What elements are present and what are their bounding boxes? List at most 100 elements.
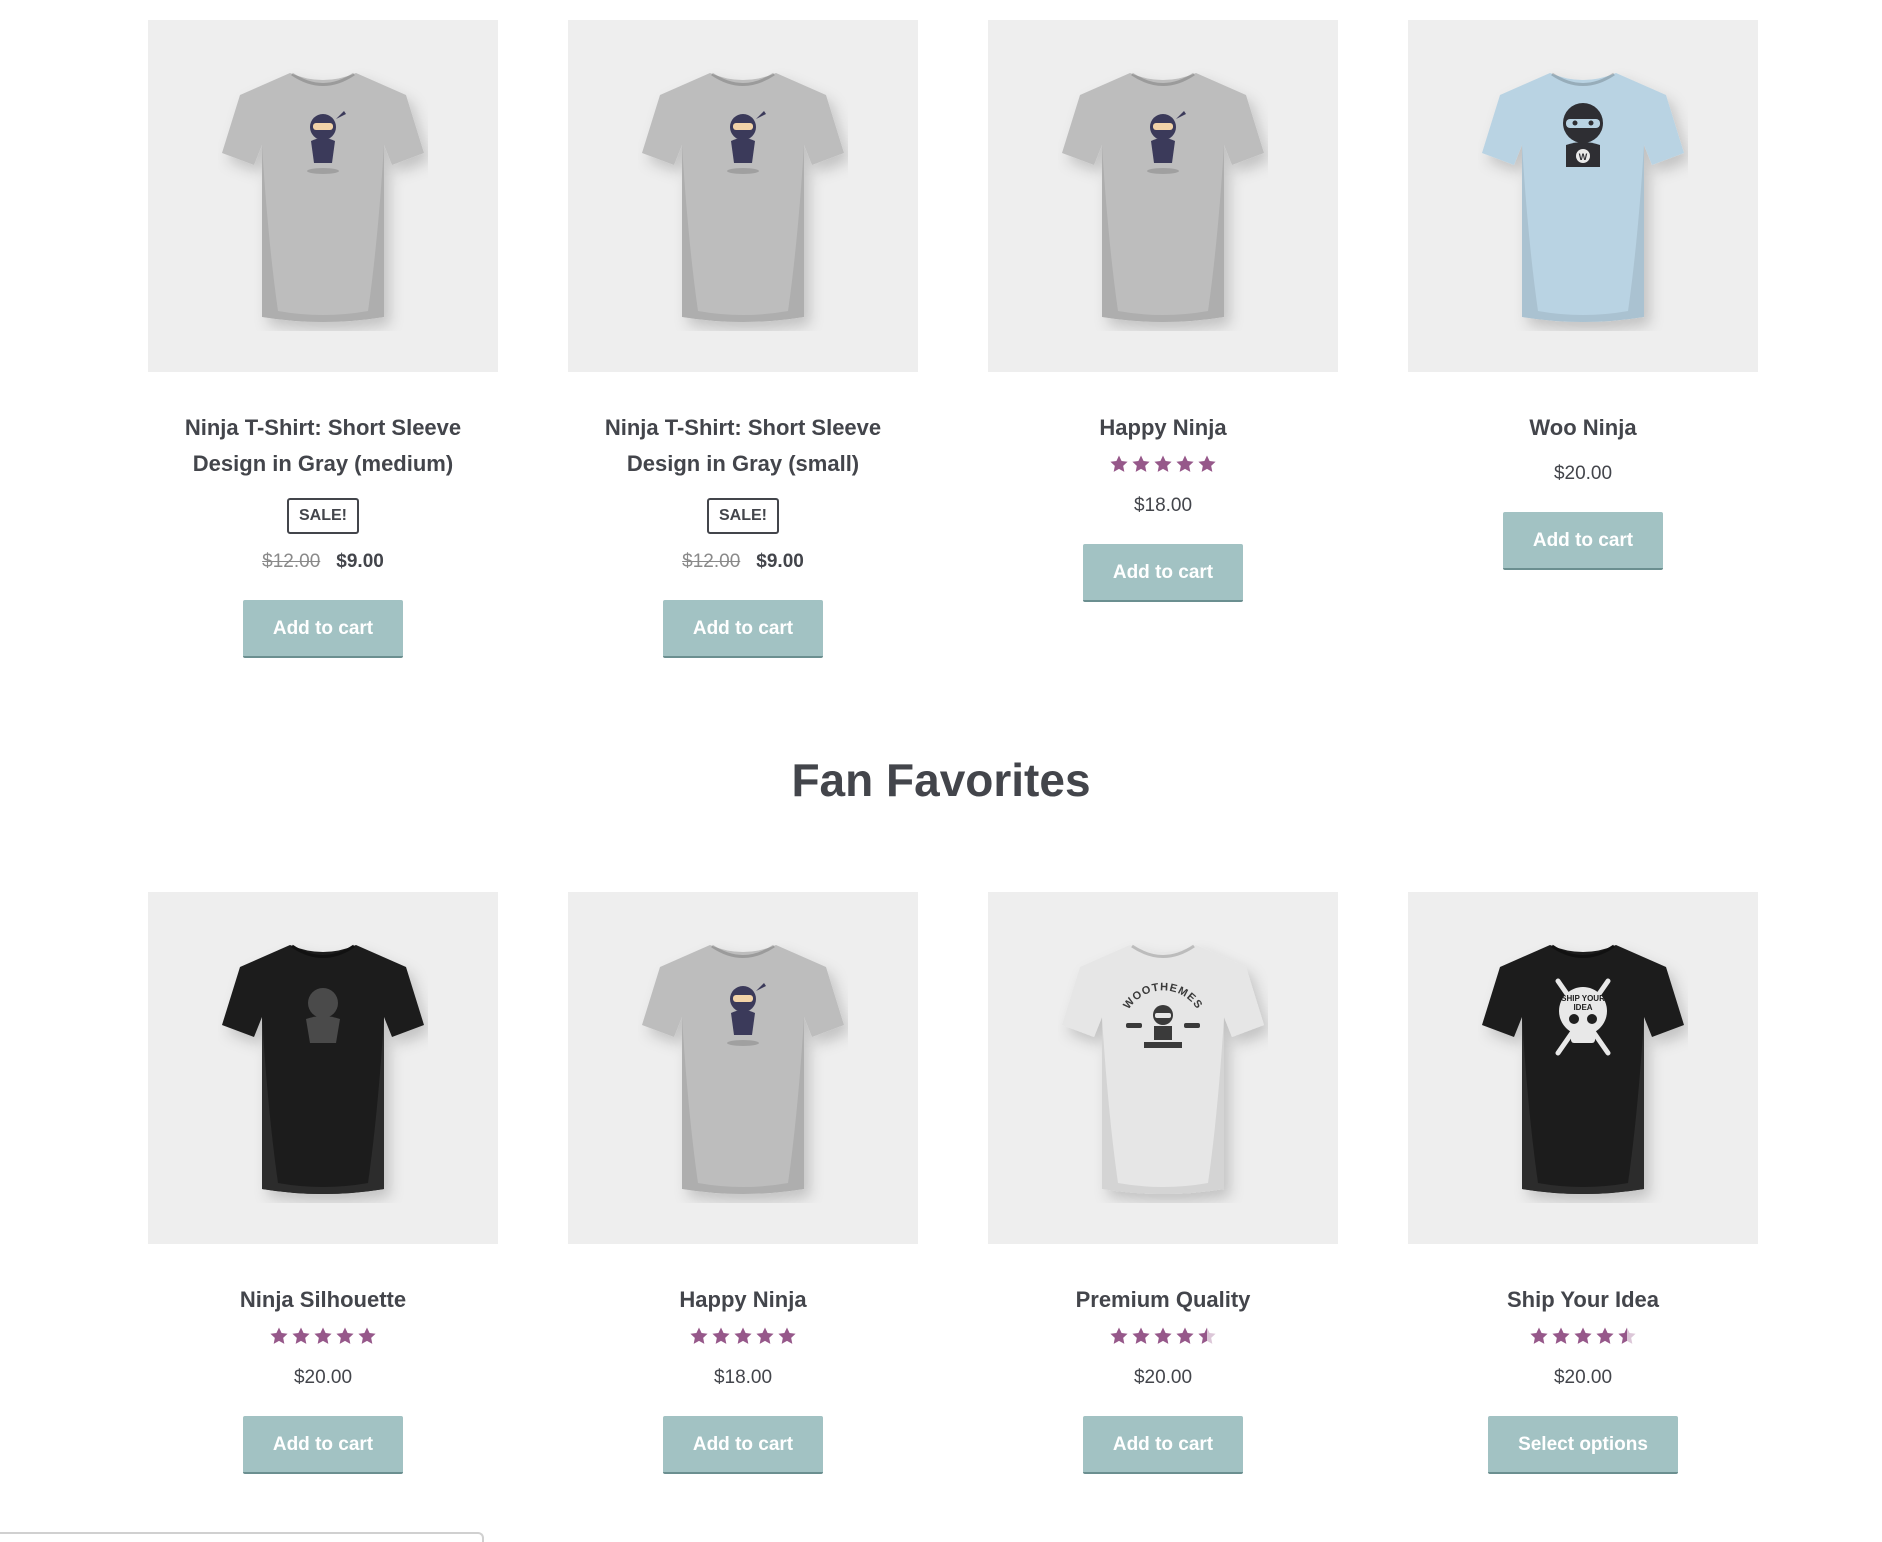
- product-price: $20.00: [1133, 1367, 1193, 1388]
- sale-price: $9.00: [756, 551, 804, 572]
- shadow-icon: [727, 168, 759, 174]
- tshirt-icon: W: [1482, 72, 1684, 322]
- product-price: $20.00: [293, 1367, 353, 1388]
- sale-badge: SALE!: [707, 498, 779, 534]
- star-rating: [1529, 1326, 1637, 1350]
- add-to-cart-button[interactable]: Add to cart: [662, 1416, 824, 1474]
- star-icon: [734, 1327, 752, 1344]
- star-icon: [1154, 455, 1172, 472]
- product-image[interactable]: [148, 892, 498, 1244]
- svg-text:W: W: [1579, 152, 1588, 162]
- tshirt-icon: WOOTHEMES: [1062, 944, 1264, 1194]
- product-card: WOOTHEMES Premium Quality $20.00 Add to …: [988, 892, 1338, 1474]
- product-title[interactable]: Ninja Silhouette: [236, 1282, 410, 1318]
- tshirt-icon: [222, 72, 424, 322]
- star-icon: [1574, 1327, 1592, 1344]
- sale-price: $9.00: [336, 551, 384, 572]
- bottom-panel-edge: [0, 1532, 484, 1542]
- star-icon: [1530, 1327, 1548, 1344]
- product-price: $20.00: [1553, 1367, 1613, 1388]
- star-icon: [778, 1327, 796, 1344]
- shirt-print-text: IDEA: [1573, 1003, 1592, 1012]
- add-to-cart-button[interactable]: Add to cart: [242, 1416, 404, 1474]
- add-to-cart-button[interactable]: Add to cart: [1082, 544, 1244, 602]
- product-title[interactable]: Ninja T-Shirt: Short Sleeve Design in Gr…: [568, 410, 918, 482]
- star-icon: [1198, 1327, 1216, 1344]
- star-icon: [1176, 1327, 1194, 1344]
- tshirt-icon: SHIP YOUR IDEA: [1482, 944, 1684, 1194]
- product-title[interactable]: Ninja T-Shirt: Short Sleeve Design in Gr…: [148, 410, 498, 482]
- star-rating: [269, 1326, 377, 1350]
- product-price: $12.00 $9.00: [262, 548, 384, 576]
- product-card: Ninja T-Shirt: Short Sleeve Design in Gr…: [148, 20, 498, 658]
- select-options-button[interactable]: Select options: [1488, 1416, 1678, 1474]
- star-icon: [1176, 455, 1194, 472]
- sale-badge: SALE!: [287, 498, 359, 534]
- product-price: $18.00: [713, 1367, 773, 1388]
- original-price: $12.00: [262, 551, 321, 572]
- ninja-body-icon: [311, 138, 335, 163]
- add-to-cart-button[interactable]: Add to cart: [1502, 512, 1664, 570]
- product-card: W Woo Ninja $20.00 Add to cart: [1408, 20, 1758, 658]
- shirt-print-text: SHIP YOUR: [1561, 994, 1605, 1003]
- star-icon: [1132, 455, 1150, 472]
- product-page: Ninja T-Shirt: Short Sleeve Design in Gr…: [0, 0, 1882, 1542]
- star-icon: [690, 1327, 708, 1344]
- product-image[interactable]: [148, 20, 498, 372]
- product-card: Happy Ninja $18.00 Add to cart: [988, 20, 1338, 658]
- add-to-cart-button[interactable]: Add to cart: [242, 600, 404, 658]
- star-icon: [1110, 455, 1128, 472]
- product-image[interactable]: [568, 20, 918, 372]
- star-rating: [689, 1326, 797, 1350]
- product-card: SHIP YOUR IDEA Ship Your Idea $20.00 Sel…: [1408, 892, 1758, 1474]
- ninja-body-icon: [1151, 138, 1175, 163]
- star-icon: [1198, 455, 1216, 472]
- star-icon: [336, 1327, 354, 1344]
- add-to-cart-button[interactable]: Add to cart: [1082, 1416, 1244, 1474]
- product-image[interactable]: W: [1408, 20, 1758, 372]
- product-title[interactable]: Woo Ninja: [1525, 410, 1640, 446]
- star-icon: [358, 1327, 376, 1344]
- ninja-body-icon: [731, 138, 755, 163]
- silhouette-icon: [308, 988, 338, 1018]
- shadow-icon: [1147, 168, 1179, 174]
- product-price: $18.00: [1133, 495, 1193, 516]
- star-icon: [756, 1327, 774, 1344]
- ninja-body-icon: [731, 1010, 755, 1035]
- star-icon: [1154, 1327, 1172, 1344]
- product-title[interactable]: Happy Ninja: [1095, 410, 1230, 446]
- product-price: $12.00 $9.00: [682, 548, 804, 576]
- product-title[interactable]: Happy Ninja: [675, 1282, 810, 1318]
- add-to-cart-button[interactable]: Add to cart: [662, 600, 824, 658]
- product-title[interactable]: Premium Quality: [1072, 1282, 1255, 1318]
- star-icon: [292, 1327, 310, 1344]
- product-image[interactable]: SHIP YOUR IDEA: [1408, 892, 1758, 1244]
- star-icon: [712, 1327, 730, 1344]
- shadow-icon: [727, 1040, 759, 1046]
- tshirt-icon: [642, 72, 844, 322]
- star-icon: [1618, 1327, 1636, 1344]
- product-price: $20.00: [1553, 463, 1613, 484]
- star-rating: [1109, 1326, 1217, 1350]
- star-icon: [1596, 1327, 1614, 1344]
- product-title[interactable]: Ship Your Idea: [1503, 1282, 1663, 1318]
- product-image[interactable]: WOOTHEMES: [988, 892, 1338, 1244]
- section-title: Fan Favorites: [791, 754, 1091, 806]
- product-card: Happy Ninja $18.00 Add to cart: [568, 892, 918, 1474]
- product-image[interactable]: [568, 892, 918, 1244]
- tshirt-icon: [1062, 72, 1264, 322]
- star-rating: [1109, 454, 1217, 478]
- product-card: Ninja Silhouette $20.00 Add to cart: [148, 892, 498, 1474]
- star-icon: [314, 1327, 332, 1344]
- tshirt-icon: [642, 944, 844, 1194]
- product-grid-fan-favorites: Ninja Silhouette $20.00 Add to cart Happ…: [148, 892, 1758, 1474]
- product-card: Ninja T-Shirt: Short Sleeve Design in Gr…: [568, 20, 918, 658]
- star-icon: [270, 1327, 288, 1344]
- star-icon: [1552, 1327, 1570, 1344]
- product-image[interactable]: [988, 20, 1338, 372]
- shadow-icon: [307, 168, 339, 174]
- star-icon: [1132, 1327, 1150, 1344]
- tshirt-icon: [222, 944, 424, 1194]
- star-icon: [1110, 1327, 1128, 1344]
- original-price: $12.00: [682, 551, 741, 572]
